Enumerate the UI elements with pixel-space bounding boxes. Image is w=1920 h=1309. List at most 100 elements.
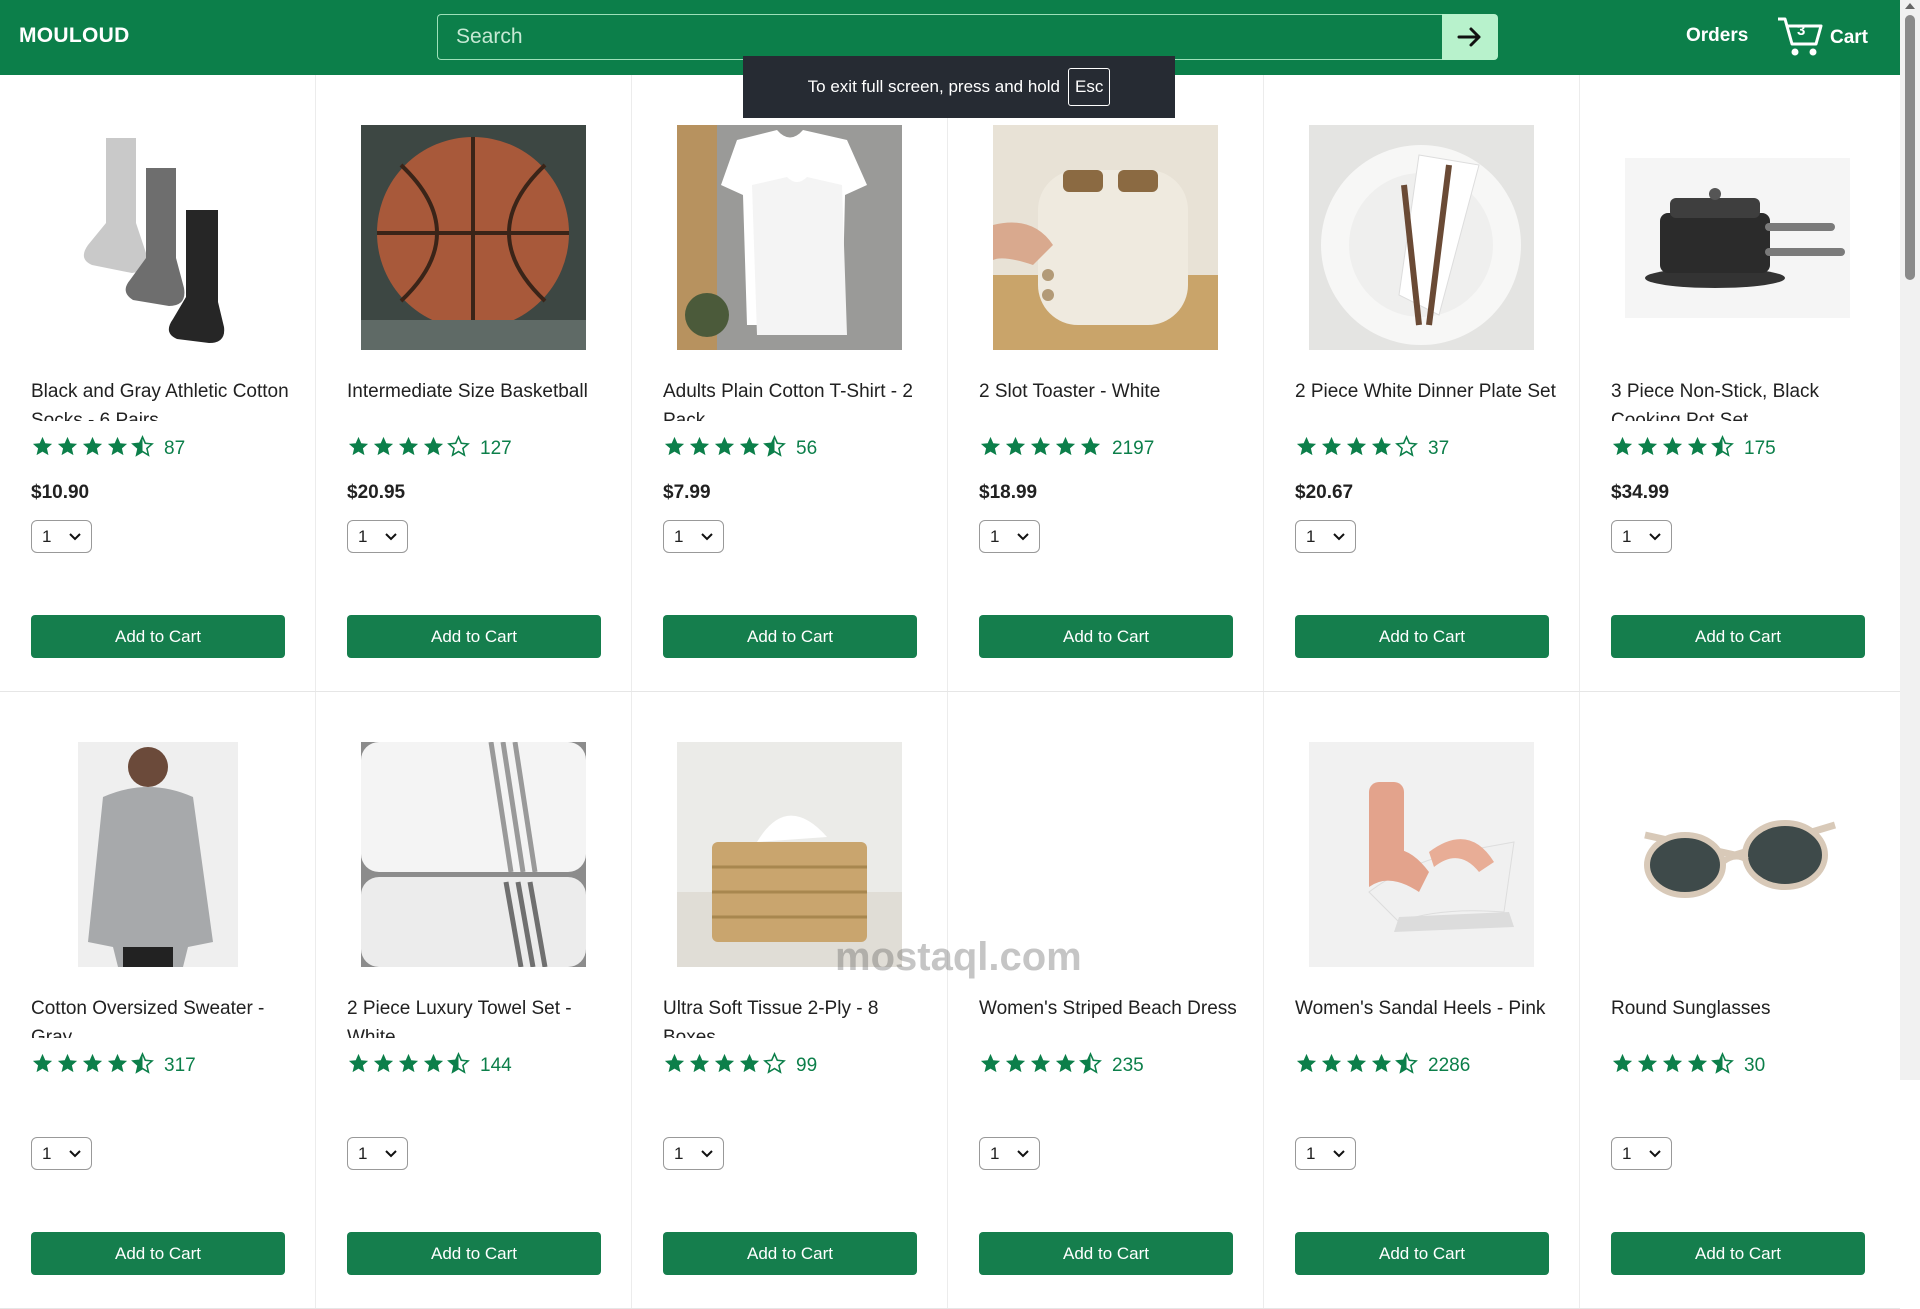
add-to-cart-button[interactable]: Add to Cart: [663, 1232, 917, 1275]
quantity-select[interactable]: 1: [1611, 1137, 1672, 1170]
add-to-cart-button[interactable]: Add to Cart: [347, 1232, 601, 1275]
product-name: 2 Slot Toaster - White: [979, 381, 1161, 402]
arrow-right-icon: [1457, 27, 1481, 47]
quantity-select[interactable]: 1: [1611, 520, 1672, 553]
star-icon: [763, 1052, 788, 1080]
sandal-image[interactable]: [1295, 742, 1548, 967]
add-to-cart-button[interactable]: Add to Cart: [663, 615, 917, 658]
quantity-select[interactable]: 1: [1295, 1137, 1356, 1170]
add-to-cart-button[interactable]: Add to Cart: [1611, 615, 1865, 658]
rating-count[interactable]: 56: [796, 438, 817, 460]
star-icon: [1661, 1052, 1686, 1080]
chevron-down-icon: [385, 532, 397, 540]
add-to-cart-button[interactable]: Add to Cart: [979, 1232, 1233, 1275]
scrollbar-thumb[interactable]: [1905, 15, 1915, 280]
star-icon: [1004, 435, 1029, 463]
quantity-select[interactable]: 1: [347, 520, 408, 553]
quantity-value: 1: [358, 526, 368, 546]
rating-count[interactable]: 99: [796, 1055, 817, 1077]
star-icon: [763, 435, 788, 463]
star-icon: [1054, 435, 1079, 463]
add-to-cart-button[interactable]: Add to Cart: [31, 615, 285, 658]
socks-image[interactable]: [31, 125, 284, 350]
quantity-select[interactable]: 1: [1295, 520, 1356, 553]
product-row: Cotton Oversized Sweater - Gray 317 1 Add t…: [0, 692, 1900, 1309]
star-icon: [81, 1052, 106, 1080]
star-icon: [979, 1052, 1004, 1080]
rating-count[interactable]: 235: [1112, 1055, 1144, 1077]
sunglasses-image[interactable]: [1611, 742, 1864, 967]
quantity-value: 1: [674, 1143, 684, 1163]
quantity-select[interactable]: 1: [663, 1137, 724, 1170]
add-to-cart-button[interactable]: Add to Cart: [1611, 1232, 1865, 1275]
search-bar: [437, 14, 1498, 60]
scroll-up-arrow-icon[interactable]: [1905, 3, 1915, 9]
page-scrollbar[interactable]: [1900, 0, 1920, 1080]
star-icon: [713, 435, 738, 463]
rating-count[interactable]: 127: [480, 438, 512, 460]
product-rating: 37: [1295, 435, 1449, 463]
sweater-image[interactable]: [31, 742, 284, 967]
star-icon: [688, 435, 713, 463]
star-icon: [372, 1052, 397, 1080]
star-icon: [1711, 435, 1736, 463]
product-rating: 235: [979, 1052, 1144, 1080]
quantity-select[interactable]: 1: [347, 1137, 408, 1170]
add-to-cart-button[interactable]: Add to Cart: [31, 1232, 285, 1275]
quantity-value: 1: [1306, 1143, 1316, 1163]
star-icon: [347, 1052, 372, 1080]
chevron-down-icon: [1649, 532, 1661, 540]
product-card: Women's Sandal Heels - Pink 2286 1 Add to C…: [1264, 692, 1580, 1308]
rating-count[interactable]: 144: [480, 1055, 512, 1077]
search-input[interactable]: [437, 14, 1442, 60]
quantity-select[interactable]: 1: [663, 520, 724, 553]
rating-count[interactable]: 87: [164, 438, 185, 460]
product-rating: 144: [347, 1052, 512, 1080]
plate-image[interactable]: [1295, 125, 1548, 350]
add-to-cart-button[interactable]: Add to Cart: [1295, 615, 1549, 658]
star-icon: [1079, 435, 1104, 463]
star-icon: [1611, 1052, 1636, 1080]
chevron-down-icon: [701, 1149, 713, 1157]
product-image[interactable]: [979, 742, 1232, 967]
rating-count[interactable]: 2286: [1428, 1055, 1470, 1077]
rating-count[interactable]: 37: [1428, 438, 1449, 460]
product-card: Cotton Oversized Sweater - Gray 317 1 Add t…: [0, 692, 316, 1308]
quantity-select[interactable]: 1: [979, 520, 1040, 553]
star-icon: [1054, 1052, 1079, 1080]
add-to-cart-button[interactable]: Add to Cart: [1295, 1232, 1549, 1275]
quantity-select[interactable]: 1: [31, 1137, 92, 1170]
quantity-value: 1: [990, 526, 1000, 546]
star-icon: [422, 435, 447, 463]
star-icon: [738, 435, 763, 463]
orders-link[interactable]: Orders: [1686, 25, 1748, 47]
star-icon: [447, 435, 472, 463]
quantity-select[interactable]: 1: [31, 520, 92, 553]
star-icon: [688, 1052, 713, 1080]
star-icon: [663, 435, 688, 463]
star-icon: [56, 435, 81, 463]
star-icon: [347, 435, 372, 463]
add-to-cart-button[interactable]: Add to Cart: [347, 615, 601, 658]
towel-image[interactable]: [347, 742, 600, 967]
chevron-down-icon: [69, 1149, 81, 1157]
toast-text: To exit full screen, press and hold: [807, 77, 1060, 96]
rating-count[interactable]: 317: [164, 1055, 196, 1077]
rating-count[interactable]: 2197: [1112, 438, 1154, 460]
basketball-image[interactable]: [347, 125, 600, 350]
search-button[interactable]: [1442, 14, 1498, 60]
add-to-cart-button[interactable]: Add to Cart: [979, 615, 1233, 658]
rating-count[interactable]: 30: [1744, 1055, 1765, 1077]
toaster-image[interactable]: [979, 125, 1232, 350]
product-name: Round Sunglasses: [1611, 998, 1771, 1019]
star-icon: [1711, 1052, 1736, 1080]
quantity-select[interactable]: 1: [979, 1137, 1040, 1170]
pot-image[interactable]: [1611, 125, 1864, 350]
rating-count[interactable]: 175: [1744, 438, 1776, 460]
cart-link[interactable]: 3 Cart: [1776, 14, 1868, 60]
store-logo[interactable]: MOULOUD: [19, 24, 130, 48]
fullscreen-exit-toast: To exit full screen, press and hold Esc: [743, 56, 1175, 118]
star-icon: [397, 1052, 422, 1080]
tshirt-image[interactable]: [663, 125, 916, 350]
tissue-image[interactable]: [663, 742, 916, 967]
